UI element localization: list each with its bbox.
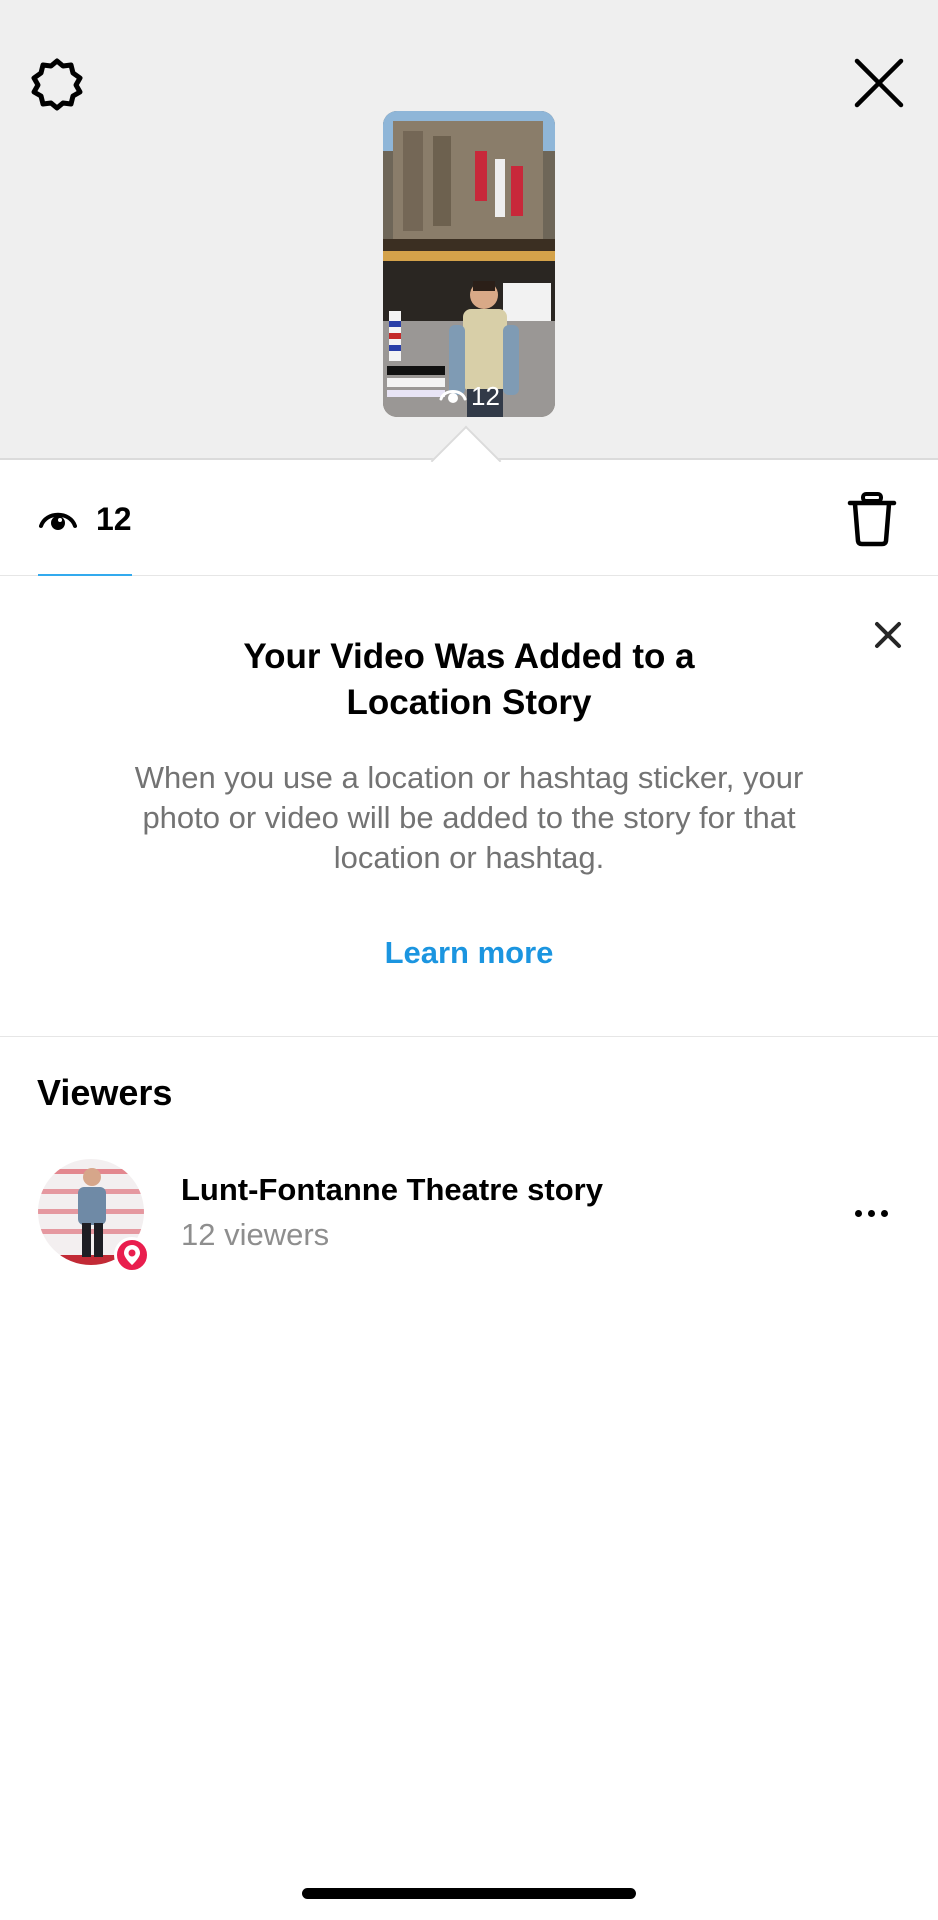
- settings-button[interactable]: [26, 58, 88, 114]
- learn-more-link[interactable]: Learn more: [300, 935, 638, 971]
- viewers-heading: Viewers: [37, 1072, 173, 1113]
- more-options-icon: [880, 1209, 888, 1217]
- eye-icon: [38, 502, 78, 537]
- views-count: 12: [96, 500, 132, 537]
- dismiss-notice-button[interactable]: [868, 617, 908, 657]
- location-story-notice: Your Video Was Added to a Location Story…: [0, 577, 938, 1037]
- notice-title: Your Video Was Added to a Location Story: [243, 637, 695, 722]
- notice-description: When you use a location or hashtag stick…: [134, 760, 804, 875]
- tab-views[interactable]: 12: [38, 462, 134, 576]
- close-button[interactable]: [852, 58, 906, 112]
- thumbnail-view-count: 12: [439, 381, 500, 412]
- story-tab-bar: 12: [0, 462, 938, 576]
- close-icon: [854, 58, 904, 113]
- story-sticker: [387, 366, 445, 375]
- more-options-icon: [867, 1209, 875, 1217]
- eye-icon: [439, 381, 467, 412]
- story-thumbnail[interactable]: 12: [383, 111, 555, 417]
- home-indicator: [302, 1888, 636, 1899]
- more-options-icon: [854, 1209, 862, 1217]
- story-sticker: [387, 390, 445, 397]
- more-options-button[interactable]: [846, 1198, 896, 1228]
- story-sticker: [387, 378, 445, 387]
- delete-button[interactable]: [844, 491, 900, 552]
- viewer-count: 12 viewers: [181, 1217, 330, 1252]
- active-tab-indicator: [38, 574, 132, 576]
- trash-icon: [847, 491, 897, 552]
- list-item[interactable]: Lunt-Fontanne Theatre story 12 viewers: [0, 1150, 938, 1280]
- close-icon: [874, 621, 902, 654]
- gear-icon: [29, 56, 85, 117]
- thumbnail-view-count-text: 12: [471, 381, 500, 411]
- story-preview-area: 12: [0, 0, 938, 460]
- viewer-name: Lunt-Fontanne Theatre story: [181, 1172, 603, 1207]
- location-pin-icon: [114, 1237, 150, 1273]
